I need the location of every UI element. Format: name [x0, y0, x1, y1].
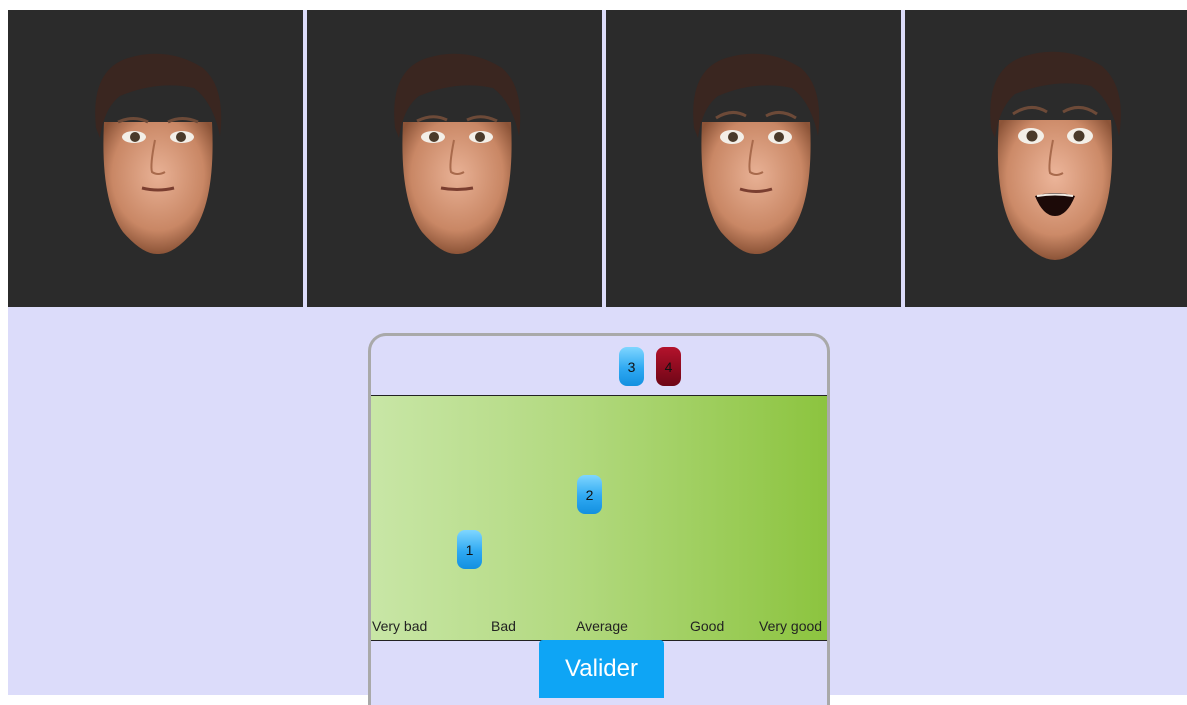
- scale-label-average: Average: [576, 618, 628, 634]
- experiment-stage: 3 4 1 2 Very bad Bad Average Good Very g…: [8, 10, 1187, 705]
- token-label: 2: [585, 486, 594, 503]
- unplaced-tokens-area: 3 4: [371, 336, 827, 395]
- rating-token-1[interactable]: 1: [457, 530, 482, 569]
- rating-token-4[interactable]: 4: [656, 347, 681, 386]
- rating-token-2[interactable]: 2: [577, 475, 602, 514]
- scale-label-bad: Bad: [491, 618, 516, 634]
- token-label: 4: [664, 358, 673, 375]
- face-panel-4: [905, 10, 1187, 307]
- rating-panel: 3 4 1 2 Very bad Bad Average Good Very g…: [368, 333, 830, 705]
- face-panel-1: [8, 10, 303, 307]
- valider-button[interactable]: Valider: [539, 640, 664, 698]
- scale-labels: Very bad Bad Average Good Very good: [371, 616, 827, 634]
- token-label: 3: [627, 358, 636, 375]
- rating-token-3[interactable]: 3: [619, 347, 644, 386]
- scale-label-very-good: Very good: [759, 618, 823, 634]
- rating-scale-dropzone[interactable]: 1 2 Very bad Bad Average Good Very good: [371, 395, 827, 641]
- face-stimuli-row: [8, 10, 1187, 307]
- scale-label-good: Good: [690, 618, 725, 634]
- scale-label-very-bad: Very bad: [372, 618, 428, 634]
- face-panel-3: [606, 10, 901, 307]
- face-neutral-2-image: [394, 53, 521, 255]
- face-neutral-image: [95, 53, 222, 255]
- face-panel-2: [307, 10, 602, 307]
- token-label: 1: [465, 541, 474, 558]
- face-surprised-image: [990, 51, 1121, 260]
- face-slight-image: [693, 53, 820, 255]
